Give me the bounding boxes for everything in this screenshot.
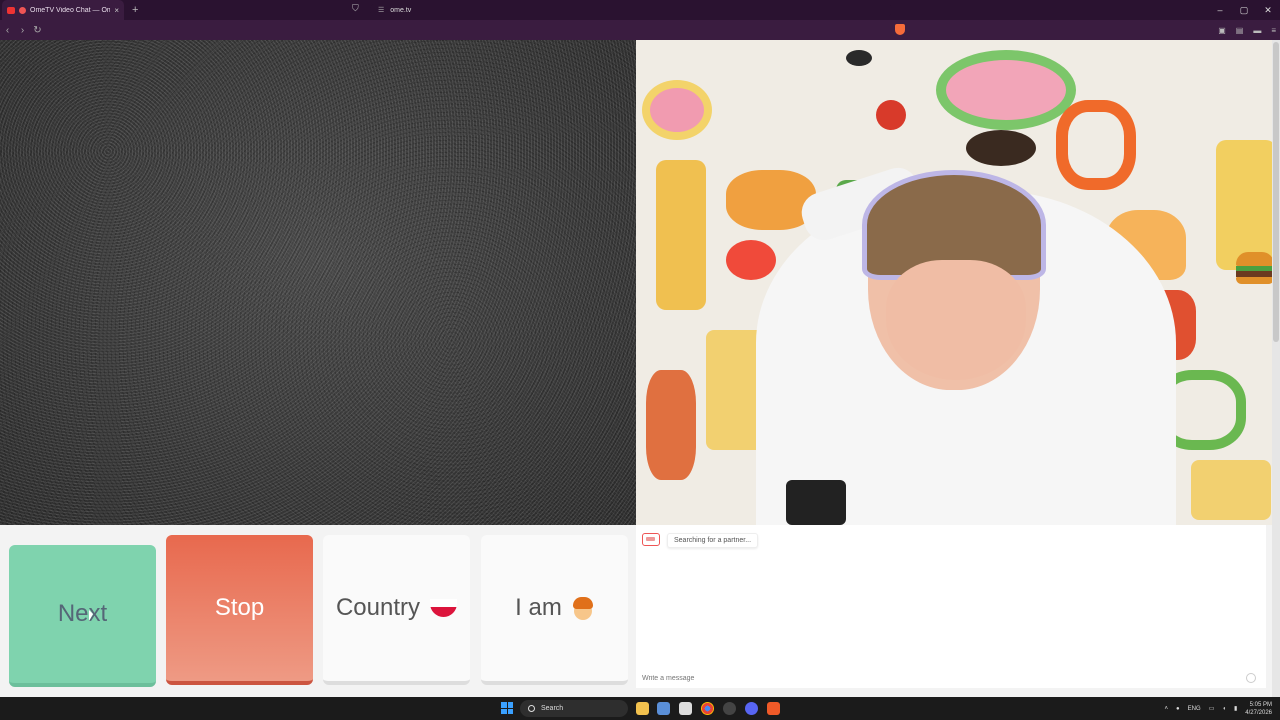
search-label: Search bbox=[541, 705, 564, 712]
boy-icon bbox=[572, 596, 594, 620]
site-info-icon[interactable]: ☰ bbox=[378, 6, 384, 14]
brave-shield-icon[interactable] bbox=[895, 24, 905, 35]
tomato-shape bbox=[726, 240, 776, 280]
self-webcam-video bbox=[636, 40, 1280, 525]
donut-shape bbox=[936, 50, 1076, 130]
tab-close-icon[interactable]: × bbox=[114, 6, 119, 15]
fries-shape bbox=[656, 160, 706, 310]
clock-date: 4/27/2026 bbox=[1245, 709, 1272, 716]
url-text: ome.tv bbox=[390, 6, 412, 14]
bookmark-icon[interactable]: ⛉ bbox=[352, 3, 359, 14]
microphone-icon[interactable]: ● bbox=[1176, 706, 1180, 712]
emoji-icon[interactable] bbox=[1246, 673, 1256, 683]
reload-icon[interactable]: ↻ bbox=[30, 25, 45, 36]
window-controls: – ▢ ✕ bbox=[1208, 0, 1280, 20]
donut-shape bbox=[642, 80, 712, 140]
chrome-icon[interactable] bbox=[701, 702, 714, 715]
file-explorer-icon[interactable] bbox=[636, 702, 649, 715]
flag-icon bbox=[430, 599, 458, 617]
ometv-page: Next Stop Country I am Searching for a p… bbox=[0, 40, 1280, 697]
language-indicator[interactable]: ENG bbox=[1188, 706, 1201, 712]
next-button[interactable]: Next bbox=[9, 545, 156, 687]
menu-icon[interactable]: ≡ bbox=[1271, 26, 1276, 35]
brave-icon[interactable] bbox=[767, 702, 780, 715]
burger-sticker-icon bbox=[1236, 252, 1274, 284]
forward-icon[interactable]: › bbox=[15, 25, 30, 36]
stop-label: Stop bbox=[214, 594, 265, 621]
store-icon[interactable] bbox=[679, 702, 692, 715]
close-window-button[interactable]: ✕ bbox=[1256, 0, 1280, 20]
taskbar-search[interactable]: Search bbox=[520, 700, 628, 717]
photos-icon[interactable] bbox=[657, 702, 670, 715]
ometv-favicon-icon bbox=[19, 6, 26, 14]
country-button[interactable]: Country bbox=[323, 535, 470, 685]
minimize-button[interactable]: – bbox=[1208, 0, 1232, 20]
wallet-icon[interactable]: ▣ bbox=[1218, 26, 1226, 35]
browser-toolbar: ‹ › ↻ bbox=[0, 20, 1280, 40]
gender-button[interactable]: I am bbox=[481, 535, 628, 685]
mouse-cursor-icon bbox=[89, 610, 93, 621]
new-tab-button[interactable]: + bbox=[132, 4, 138, 16]
chevron-up-icon[interactable]: ˄ bbox=[1165, 706, 1169, 712]
sandwich-shape bbox=[646, 370, 696, 480]
person-face-lower bbox=[886, 260, 1026, 380]
partner-video-static bbox=[0, 40, 636, 525]
windows-taskbar: Search ˄ ● ENG ▭ ◖ ▮ 5:05 PM 4/27/2026 bbox=[0, 697, 1280, 720]
tomato-shape bbox=[876, 100, 906, 130]
browser-right-tools: ▣ ▤ ▬ ≡ bbox=[1218, 20, 1276, 40]
browser-tab-ometv[interactable]: OmeTV Video Chat — Omegle × bbox=[2, 0, 124, 20]
scrollbar-thumb[interactable] bbox=[1273, 42, 1279, 342]
maximize-button[interactable]: ▢ bbox=[1232, 0, 1256, 20]
next-label: Next bbox=[57, 600, 108, 627]
sidebar-icon[interactable]: ▤ bbox=[1236, 26, 1244, 35]
country-label: Country bbox=[335, 594, 421, 621]
clock[interactable]: 5:05 PM 4/27/2026 bbox=[1245, 701, 1272, 717]
fries-shape bbox=[1216, 140, 1276, 270]
youtube-favicon-icon bbox=[7, 6, 15, 14]
message-input[interactable] bbox=[636, 668, 1266, 688]
volume-icon[interactable]: ◖ bbox=[1222, 706, 1226, 712]
olive-shape bbox=[966, 130, 1036, 166]
address-bar[interactable]: ☰ ome.tv bbox=[370, 3, 892, 17]
microphone-shape bbox=[786, 480, 846, 525]
page-scrollbar[interactable] bbox=[1272, 40, 1280, 697]
obs-icon[interactable] bbox=[723, 702, 736, 715]
iam-label: I am bbox=[515, 594, 562, 621]
back-icon[interactable]: ‹ bbox=[0, 25, 15, 36]
chat-panel: Searching for a partner... bbox=[636, 525, 1266, 688]
windows-start-icon[interactable] bbox=[501, 702, 513, 714]
search-icon bbox=[528, 705, 535, 712]
system-tray: ˄ ● ENG ▭ ◖ ▮ 5:05 PM 4/27/2026 bbox=[1165, 697, 1272, 720]
battery-icon[interactable]: ▮ bbox=[1234, 705, 1237, 712]
tab-title: OmeTV Video Chat — Omegle bbox=[30, 6, 111, 14]
fries-shape bbox=[1191, 460, 1271, 520]
clock-time: 5:05 PM bbox=[1249, 701, 1272, 708]
ometv-logo-icon bbox=[642, 533, 660, 546]
stop-button[interactable]: Stop bbox=[166, 535, 313, 685]
discord-icon[interactable] bbox=[745, 702, 758, 715]
olive-shape bbox=[846, 50, 872, 66]
status-message: Searching for a partner... bbox=[667, 533, 759, 548]
chat-controls: Next Stop Country I am bbox=[0, 525, 636, 697]
pepper-shape bbox=[1056, 100, 1136, 190]
network-icon[interactable]: ▭ bbox=[1209, 705, 1215, 712]
extensions-icon[interactable]: ▬ bbox=[1253, 26, 1261, 35]
